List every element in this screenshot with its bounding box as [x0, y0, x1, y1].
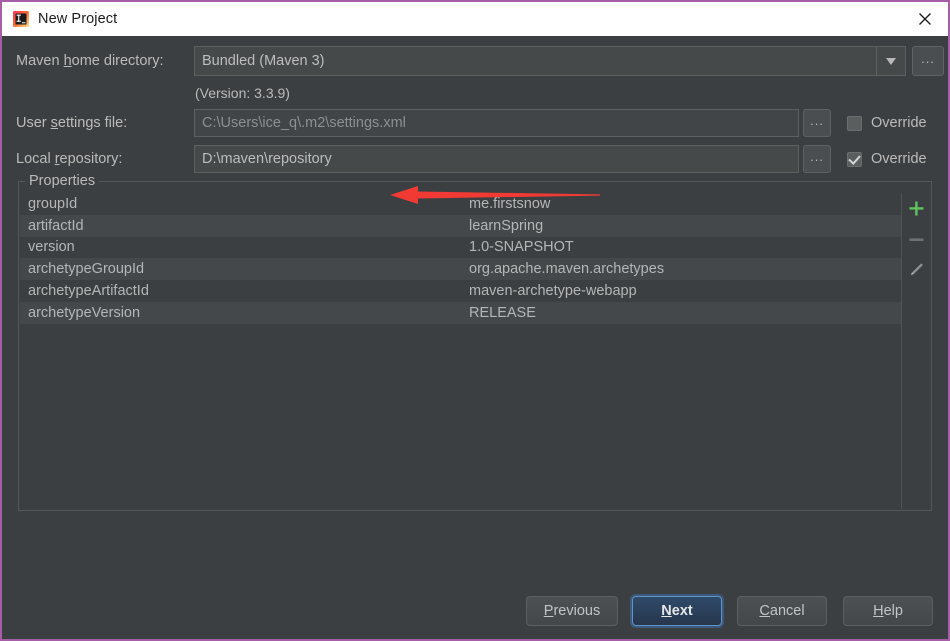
property-value: org.apache.maven.archetypes — [469, 261, 665, 278]
property-value: me.firstsnow — [469, 195, 551, 212]
help-button[interactable]: Help — [843, 596, 933, 626]
local-repository-override[interactable]: Override — [847, 151, 927, 167]
local-repository-field[interactable]: D:\maven\repository — [194, 145, 799, 173]
table-row[interactable]: archetypeGroupId org.apache.maven.archet… — [20, 258, 901, 281]
user-settings-label: User settings file: — [16, 115, 128, 131]
maven-home-value: Bundled (Maven 3) — [202, 53, 325, 69]
user-settings-value: C:\Users\ice_q\.m2\settings.xml — [202, 115, 406, 131]
property-key: archetypeGroupId — [28, 261, 145, 278]
user-settings-field[interactable]: C:\Users\ice_q\.m2\settings.xml — [194, 109, 799, 137]
close-icon[interactable] — [902, 2, 948, 36]
property-key: artifactId — [28, 217, 84, 234]
user-settings-browse-button[interactable]: ... — [803, 109, 831, 137]
property-key: version — [28, 239, 75, 256]
override-checkbox[interactable] — [847, 151, 862, 167]
override-checkbox[interactable] — [847, 115, 862, 131]
local-repository-label: Local repository: — [16, 151, 123, 167]
edit-property-button[interactable] — [905, 259, 927, 281]
new-project-dialog: New Project Maven home directory: Bundle… — [0, 0, 950, 641]
properties-table-rows[interactable]: groupId me.firstsnow artifactId learnSpr… — [20, 193, 902, 509]
property-key: archetypeArtifactId — [28, 283, 149, 300]
table-row[interactable]: archetypeArtifactId maven-archetype-weba… — [20, 280, 901, 302]
window-title: New Project — [38, 11, 118, 27]
add-property-button[interactable] — [905, 197, 927, 219]
remove-property-button[interactable] — [905, 228, 927, 250]
maven-home-combobox[interactable]: Bundled (Maven 3) — [194, 46, 906, 76]
chevron-down-icon[interactable] — [876, 47, 905, 75]
local-repository-browse-button[interactable]: ... — [803, 145, 831, 173]
dialog-body: Maven home directory: Bundled (Maven 3) … — [2, 36, 948, 639]
property-value: 1.0-SNAPSHOT — [469, 239, 574, 256]
properties-table[interactable]: groupId me.firstsnow artifactId learnSpr… — [20, 193, 930, 509]
property-value: learnSpring — [469, 217, 544, 234]
property-value: maven-archetype-webapp — [469, 283, 637, 300]
maven-home-label: Maven home directory: — [16, 53, 164, 69]
property-key: archetypeVersion — [28, 304, 141, 321]
table-row[interactable]: version 1.0-SNAPSHOT — [20, 236, 901, 259]
maven-version-note: (Version: 3.3.9) — [195, 85, 290, 101]
next-button[interactable]: Next — [632, 596, 722, 626]
title-bar: New Project — [2, 0, 948, 36]
override-label: Override — [871, 115, 927, 131]
table-row[interactable]: groupId me.firstsnow — [20, 193, 901, 215]
user-settings-override[interactable]: Override — [847, 115, 927, 131]
override-label: Override — [871, 151, 927, 167]
property-key: groupId — [28, 195, 78, 212]
table-row[interactable]: artifactId learnSpring — [20, 214, 901, 237]
previous-button[interactable]: Previous — [526, 596, 618, 626]
intellij-idea-icon — [13, 11, 29, 27]
table-row[interactable]: archetypeVersion RELEASE — [20, 301, 901, 324]
cancel-button[interactable]: Cancel — [737, 596, 827, 626]
properties-toolbar — [902, 193, 930, 509]
property-value: RELEASE — [469, 304, 536, 321]
local-repository-value: D:\maven\repository — [202, 151, 332, 167]
properties-legend: Properties — [25, 173, 100, 189]
maven-home-browse-button[interactable]: ... — [912, 46, 944, 76]
